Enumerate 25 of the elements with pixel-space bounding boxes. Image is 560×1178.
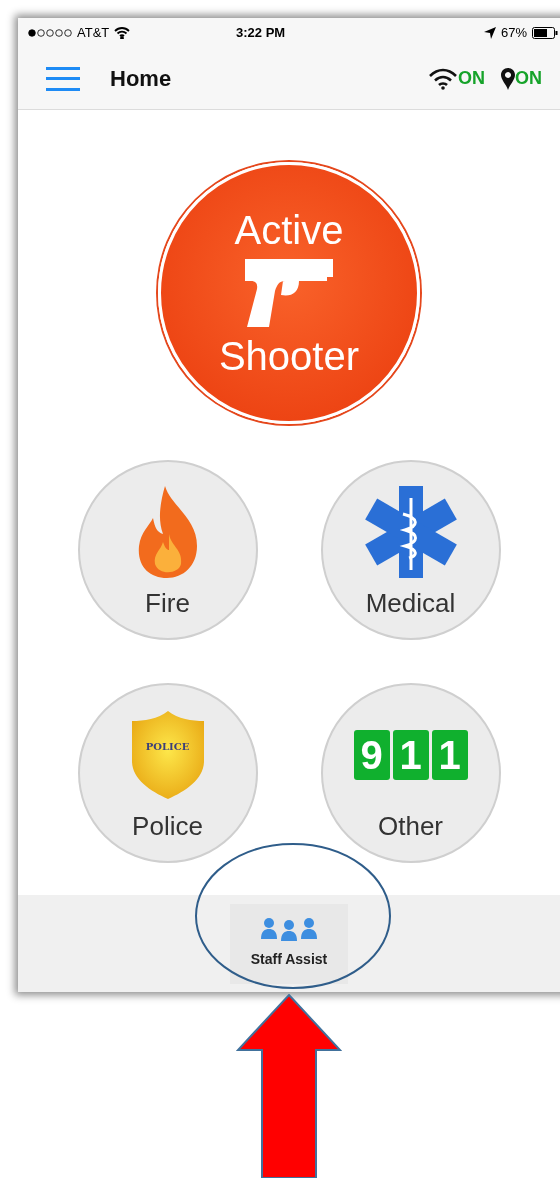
battery-percent: 67% xyxy=(500,24,527,43)
page-title: Home xyxy=(110,65,172,93)
alert-button[interactable]: Medical xyxy=(320,460,501,640)
staff-assist-button[interactable]: Staff Assist xyxy=(230,903,348,984)
signal-dots-icon xyxy=(28,29,72,37)
digit-tile: 1 xyxy=(392,730,429,780)
digit-tile: 1 xyxy=(431,730,468,780)
alert-button[interactable]: 9 1 1 Other xyxy=(320,683,501,863)
alert-button[interactable]: POLICE Police xyxy=(77,683,258,863)
alert-button[interactable]: Fire xyxy=(77,460,258,640)
clock-time: 3:22 PM xyxy=(236,24,286,43)
location-arrow-icon xyxy=(483,27,496,39)
menu-button[interactable] xyxy=(46,66,80,91)
carrier-name: AT&T xyxy=(77,24,110,43)
battery-icon xyxy=(532,27,558,39)
digit-tile: 9 xyxy=(353,730,390,780)
people-icon xyxy=(259,917,319,943)
location-status: ON xyxy=(515,67,542,90)
map-pin-icon xyxy=(501,67,515,90)
wifi-status: ON xyxy=(458,67,485,90)
wifi-icon xyxy=(428,67,458,90)
active-shooter-button[interactable]: Active Shooter xyxy=(158,162,420,424)
badge-text: POLICE xyxy=(145,740,190,754)
star-of-life-icon xyxy=(362,484,459,580)
wifi-icon xyxy=(114,27,131,39)
